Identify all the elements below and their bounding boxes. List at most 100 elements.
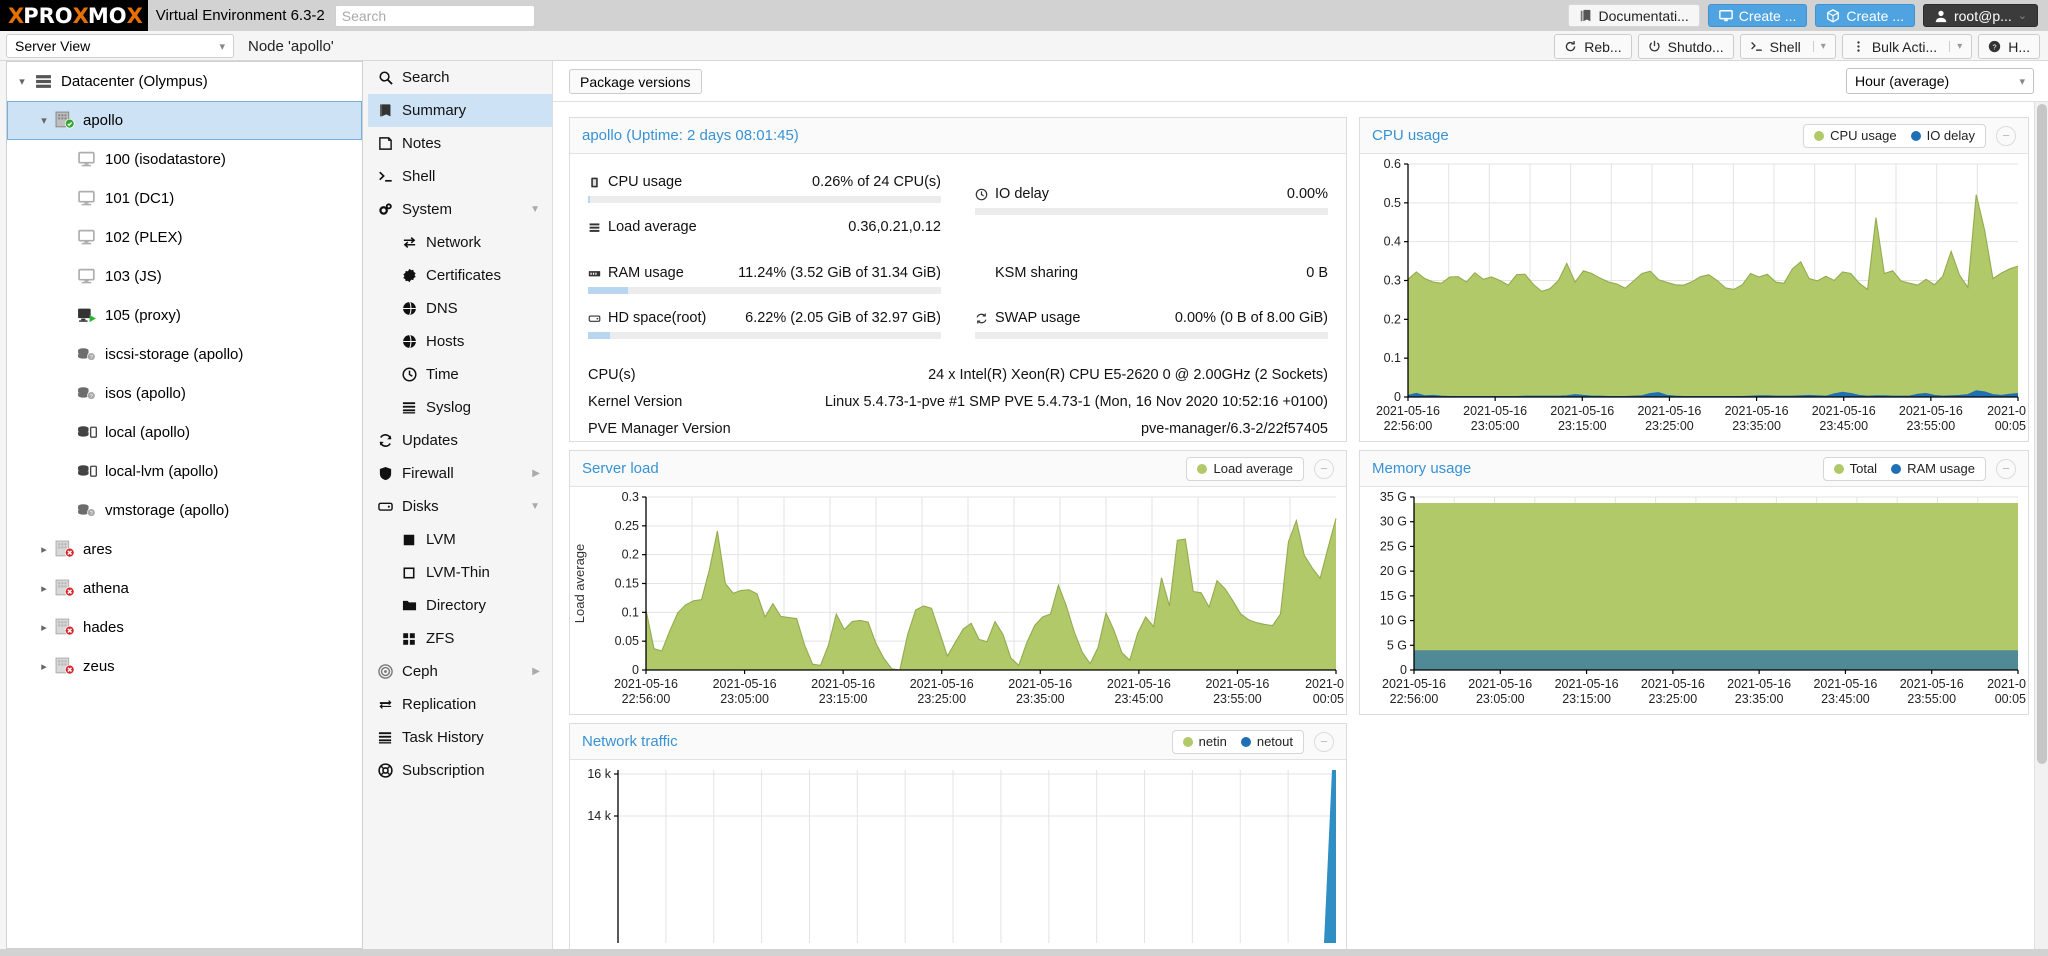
legend-item-total[interactable]: Total: [1834, 461, 1877, 476]
tree-item-100-isodatastore[interactable]: 100 (isodatastore): [7, 140, 362, 179]
svg-text:23:25:00: 23:25:00: [917, 692, 966, 706]
svg-text:2021-0: 2021-0: [1987, 404, 2026, 418]
storage-unknown-icon: ?: [75, 501, 99, 521]
view-selector[interactable]: Server View ▾: [6, 34, 234, 58]
tree-item-apollo[interactable]: ▾apollo: [7, 101, 362, 140]
tree-item-103-js[interactable]: 103 (JS): [7, 257, 362, 296]
chevron-down-icon[interactable]: ▾: [35, 114, 53, 127]
legend-item-netin[interactable]: netin: [1183, 734, 1227, 749]
nav-item-zfs[interactable]: ZFS: [368, 622, 552, 655]
legend-item-io-delay[interactable]: IO delay: [1911, 128, 1975, 143]
tree-item-iscsi-storage-apollo[interactable]: ?iscsi-storage (apollo): [7, 335, 362, 374]
chevron-right-icon[interactable]: ▶: [532, 468, 540, 479]
collapse-icon[interactable]: −: [1996, 459, 2016, 479]
svg-text:0: 0: [1400, 663, 1407, 677]
legend-item-ram-usage[interactable]: RAM usage: [1891, 461, 1975, 476]
tree-item-101-dc1[interactable]: 101 (DC1): [7, 179, 362, 218]
chevron-down-icon[interactable]: ▼: [530, 501, 540, 512]
tree-item-athena[interactable]: ▸athena: [7, 569, 362, 608]
tree-item-datacenter-olympus[interactable]: ▾Datacenter (Olympus): [7, 62, 362, 101]
nav-item-disks[interactable]: Disks ▼: [368, 490, 552, 523]
legend-label-io-delay: IO delay: [1927, 128, 1975, 143]
collapse-icon[interactable]: −: [1314, 732, 1334, 752]
user-menu-button[interactable]: root@p... ⌄: [1923, 4, 2038, 27]
network-traffic-legend: netin netout −: [1172, 730, 1334, 754]
nav-item-system[interactable]: System▼: [368, 193, 552, 226]
nav-item-summary[interactable]: Summary: [368, 94, 552, 127]
box-icon: [1826, 9, 1840, 23]
timeframe-selector[interactable]: Hour (average) ▾: [1846, 68, 2034, 94]
tree-item-102-plex[interactable]: 102 (PLEX): [7, 218, 362, 257]
nav-item-dns[interactable]: DNS: [368, 292, 552, 325]
chevron-right-icon[interactable]: ▶: [532, 666, 540, 677]
bulk-actions-button[interactable]: Bulk Acti... ▾: [1842, 34, 1972, 59]
tree-item-zeus[interactable]: ▸zeus: [7, 647, 362, 686]
nav-item-label: Directory: [426, 597, 486, 614]
collapse-icon[interactable]: −: [1996, 126, 2016, 146]
tree-item-105-proxy[interactable]: 105 (proxy): [7, 296, 362, 335]
tree-item-isos-apollo[interactable]: ?isos (apollo): [7, 374, 362, 413]
chevron-down-icon[interactable]: ▼: [530, 204, 540, 215]
nav-item-syslog[interactable]: Syslog: [368, 391, 552, 424]
legend-item-load-average[interactable]: Load average: [1197, 461, 1293, 476]
shell-dropdown-toggle[interactable]: ▾: [1813, 41, 1826, 52]
nav-item-replication[interactable]: Replication: [368, 688, 552, 721]
network-traffic-chart: 16 k14 k: [570, 760, 1346, 949]
legend-item-cpu-usage[interactable]: CPU usage: [1814, 128, 1896, 143]
chevron-right-icon[interactable]: ▸: [35, 543, 53, 556]
bulk-actions-dropdown-toggle[interactable]: ▾: [1949, 41, 1962, 52]
tree-item-hades[interactable]: ▸hades: [7, 608, 362, 647]
nav-item-updates[interactable]: Updates: [368, 424, 552, 457]
nav-item-task-history[interactable]: Task History: [368, 721, 552, 754]
chevron-right-icon[interactable]: ▸: [35, 582, 53, 595]
reboot-button[interactable]: Reb...: [1554, 34, 1631, 59]
nav-item-shell[interactable]: Shell: [368, 160, 552, 193]
search-input[interactable]: Search: [335, 5, 535, 27]
tree-item-label: 100 (isodatastore): [105, 151, 226, 168]
shell-button[interactable]: Shell ▾: [1740, 34, 1836, 59]
book-icon: [1579, 9, 1593, 23]
nav-item-subscription[interactable]: Subscription: [368, 754, 552, 787]
content-scrollbar[interactable]: [2034, 102, 2048, 949]
svg-text:23:05:00: 23:05:00: [1476, 692, 1525, 706]
package-versions-button[interactable]: Package versions: [569, 69, 702, 94]
legend-item-netout[interactable]: netout: [1241, 734, 1293, 749]
kernel-label: Kernel Version: [588, 394, 682, 410]
nav-item-firewall[interactable]: Firewall▶: [368, 457, 552, 490]
documentation-button[interactable]: Documentati...: [1568, 4, 1700, 27]
nav-item-notes[interactable]: Notes: [368, 127, 552, 160]
nav-item-search[interactable]: Search: [368, 61, 552, 94]
folder-icon: [402, 598, 426, 613]
nav-item-certificates[interactable]: Certificates: [368, 259, 552, 292]
nav-item-lvm[interactable]: LVM: [368, 523, 552, 556]
tree-item-local-apollo[interactable]: local (apollo): [7, 413, 362, 452]
nav-item-hosts[interactable]: Hosts: [368, 325, 552, 358]
tree-item-local-lvm-apollo[interactable]: local-lvm (apollo): [7, 452, 362, 491]
chevron-right-icon[interactable]: ▸: [35, 621, 53, 634]
node-nav-menu[interactable]: SearchSummaryNotesShellSystem▼NetworkCer…: [368, 61, 553, 949]
tree-item-vmstorage-apollo[interactable]: ?vmstorage (apollo): [7, 491, 362, 530]
nav-item-label: Syslog: [426, 399, 471, 416]
reboot-label: Reb...: [1584, 39, 1621, 55]
chevron-right-icon[interactable]: ▸: [35, 660, 53, 673]
nav-item-directory[interactable]: Directory: [368, 589, 552, 622]
shutdown-button[interactable]: Shutdo...: [1638, 34, 1734, 59]
nav-item-label: Disks: [402, 498, 439, 515]
storage-unknown-icon: ?: [75, 384, 99, 404]
collapse-icon[interactable]: −: [1314, 459, 1334, 479]
nav-item-network[interactable]: Network: [368, 226, 552, 259]
create-vm-button[interactable]: Create ...: [1708, 4, 1808, 27]
tree-item-ares[interactable]: ▸ares: [7, 530, 362, 569]
scrollbar-thumb[interactable]: [2037, 104, 2047, 764]
svg-text:22:56:00: 22:56:00: [1390, 692, 1439, 706]
vm-stopped-icon: [75, 267, 99, 287]
note-icon: [378, 136, 402, 151]
nav-item-time[interactable]: Time: [368, 358, 552, 391]
chevron-down-icon[interactable]: ▾: [13, 75, 31, 88]
help-button[interactable]: ? H...: [1978, 34, 2040, 59]
load-average-metric: Load average 0.36,0.21,0.12: [588, 215, 941, 239]
resource-tree[interactable]: ▾Datacenter (Olympus)▾apollo 100 (isodata…: [6, 61, 363, 949]
create-ct-button[interactable]: Create ...: [1815, 4, 1915, 27]
nav-item-ceph[interactable]: Ceph▶: [368, 655, 552, 688]
nav-item-lvm-thin[interactable]: LVM-Thin: [368, 556, 552, 589]
